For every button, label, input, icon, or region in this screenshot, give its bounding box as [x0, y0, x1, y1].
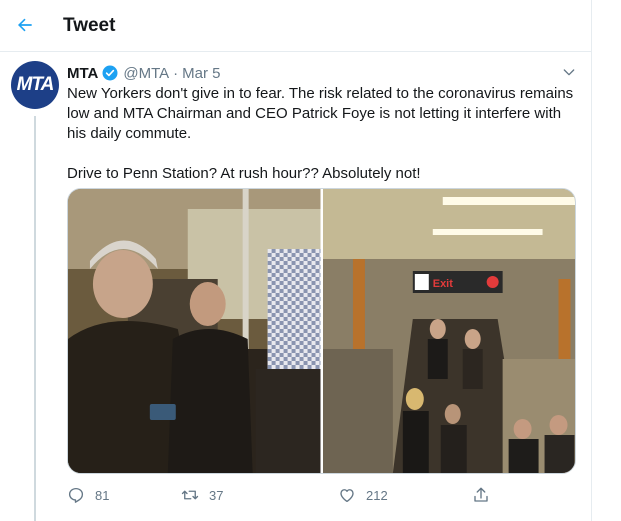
tweet-page: Tweet MTA MTA @MTA · Mar 5 New Yorkers d…: [0, 0, 592, 521]
avatar[interactable]: MTA: [11, 61, 59, 109]
page-header: Tweet: [0, 0, 592, 52]
like-count: 212: [366, 487, 388, 503]
tweet-header: MTA @MTA · Mar 5: [67, 63, 221, 83]
tweet-paragraph: New Yorkers don't give in to fear. The r…: [67, 85, 574, 142]
like-button[interactable]: 212: [338, 484, 388, 506]
chevron-down-icon: [563, 69, 575, 76]
share-button[interactable]: [472, 484, 490, 506]
exit-sign-text: Exit: [432, 278, 452, 290]
tweet-text: New Yorkers don't give in to fear. The r…: [67, 84, 582, 184]
separator-dot: ·: [173, 64, 179, 82]
verified-badge-icon: [102, 65, 118, 81]
page-title: Tweet: [63, 15, 116, 36]
reply-count: 81: [95, 487, 110, 503]
penn-station-stairway-image: Exit: [322, 189, 575, 473]
share-icon: [474, 487, 488, 502]
photo-subway-car[interactable]: [68, 189, 321, 473]
reply-button[interactable]: 81: [67, 484, 109, 506]
thread-line: [34, 116, 36, 521]
reply-icon: [68, 487, 84, 503]
user-handle[interactable]: @MTA: [123, 65, 169, 82]
subway-car-image: [68, 189, 321, 473]
retweet-count: 37: [209, 487, 224, 503]
arrow-left-icon: [18, 18, 32, 32]
retweet-icon: [181, 490, 199, 500]
heart-icon: [340, 489, 354, 503]
tweet-actions: 81 37 212: [67, 484, 507, 506]
more-menu-button[interactable]: [558, 61, 580, 83]
tweet-date[interactable]: Mar 5: [182, 65, 220, 82]
back-button[interactable]: [8, 8, 42, 42]
tweet-media: Exit: [67, 188, 576, 474]
tweet-paragraph: Drive to Penn Station? At rush hour?? Ab…: [67, 165, 421, 182]
display-name[interactable]: MTA: [67, 65, 98, 82]
photo-penn-station[interactable]: Exit: [322, 189, 575, 473]
retweet-button[interactable]: 37: [181, 484, 223, 506]
avatar-logo-text: MTA: [16, 74, 55, 95]
